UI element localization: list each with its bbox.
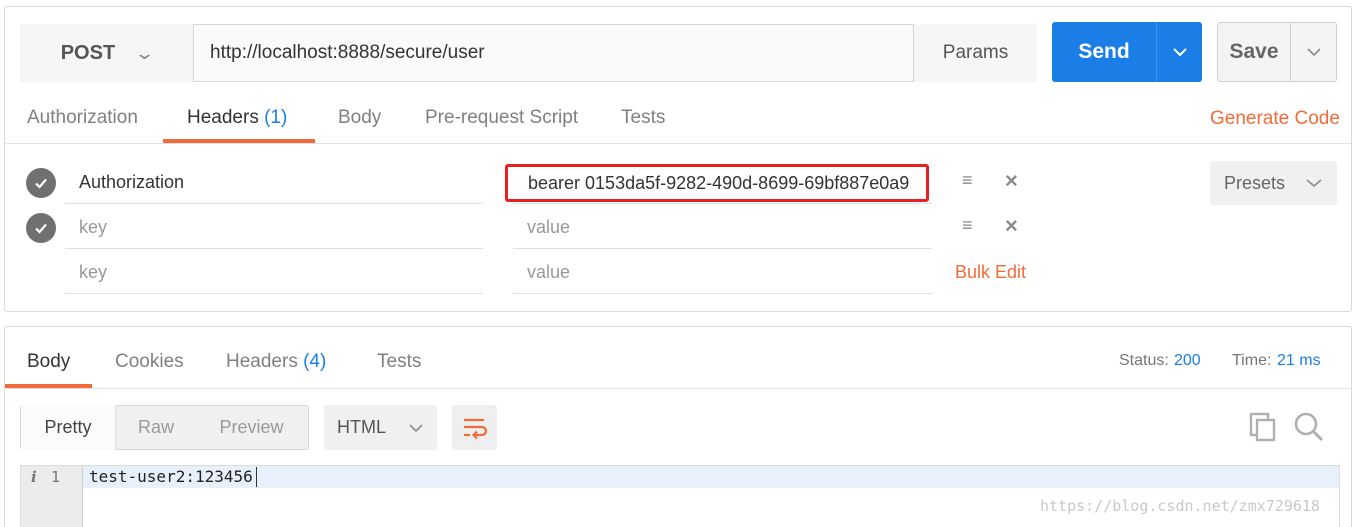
tab-label: Cookies: [115, 351, 184, 372]
header-key-input[interactable]: key: [65, 250, 483, 294]
close-icon[interactable]: ×: [1005, 213, 1018, 239]
divider: [5, 143, 1351, 144]
header-value-input[interactable]: bearer 0153da5f-9282-490d-8699-69bf887e0…: [505, 164, 929, 202]
url-input[interactable]: http://localhost:8888/secure/user: [210, 24, 485, 82]
response-tab-headers[interactable]: Headers (4): [226, 351, 326, 373]
tab-body[interactable]: Body: [338, 104, 381, 140]
tab-label: Body: [338, 107, 382, 128]
format-select[interactable]: HTML: [324, 405, 437, 450]
divider: [5, 388, 1351, 389]
response-body-text: test-user2:123456: [89, 467, 253, 486]
chevron-down-icon: [409, 423, 423, 432]
tab-label: Authorization: [27, 107, 138, 128]
time-label: Time:: [1232, 352, 1272, 369]
tab-label: Tests: [621, 107, 666, 128]
response-tab-cookies[interactable]: Cookies: [115, 351, 184, 373]
wrap-lines-icon: [463, 418, 487, 439]
tab-label: Pre-request Script: [425, 107, 579, 128]
tab-count: (1): [264, 107, 288, 128]
presets-dropdown[interactable]: Presets: [1210, 161, 1337, 205]
header-key-input[interactable]: key: [65, 205, 483, 249]
chevron-down-icon: [1306, 179, 1322, 188]
copy-icon[interactable]: [1249, 412, 1277, 447]
view-raw-button[interactable]: Raw: [125, 405, 187, 450]
wrap-lines-button[interactable]: [452, 405, 497, 450]
status-label: Status:: [1119, 352, 1169, 369]
chevron-down-icon: [1306, 48, 1321, 57]
info-icon: i: [31, 468, 37, 486]
tab-authorization[interactable]: Authorization: [27, 104, 138, 140]
watermark: https://blog.csdn.net/zmx729618: [1040, 497, 1320, 515]
tab-label: Headers: [226, 351, 298, 372]
drag-handle-icon[interactable]: ≡: [962, 170, 973, 191]
tab-count: (4): [303, 351, 327, 372]
response-tab-tests[interactable]: Tests: [377, 351, 421, 373]
time-value: 21 ms: [1277, 352, 1321, 369]
header-value-input[interactable]: value: [513, 205, 932, 249]
drag-handle-icon[interactable]: ≡: [962, 215, 973, 236]
header-enabled-checkbox[interactable]: [26, 213, 56, 243]
header-enabled-checkbox[interactable]: [26, 168, 56, 198]
header-key-input[interactable]: Authorization: [65, 160, 483, 204]
view-preview-button[interactable]: Preview: [205, 405, 298, 450]
params-button[interactable]: Params: [913, 24, 1037, 82]
method-label: POST: [60, 41, 116, 64]
header-value-input[interactable]: value: [513, 250, 932, 294]
save-button[interactable]: Save: [1217, 22, 1291, 82]
close-icon[interactable]: ×: [1005, 168, 1018, 194]
search-icon[interactable]: [1293, 411, 1325, 448]
send-button[interactable]: Send: [1052, 22, 1156, 82]
presets-label: Presets: [1223, 172, 1286, 193]
tab-label: Tests: [377, 351, 422, 372]
text-cursor: [256, 467, 257, 487]
bulk-edit-link[interactable]: Bulk Edit: [955, 262, 1026, 283]
tab-pre-request-script[interactable]: Pre-request Script: [425, 104, 578, 140]
save-dropdown-button[interactable]: [1291, 22, 1337, 82]
active-line-highlight: [83, 466, 1339, 488]
check-icon: [35, 178, 47, 189]
tab-headers[interactable]: Headers (1): [187, 104, 287, 140]
check-icon: [35, 223, 47, 234]
generate-code-link[interactable]: Generate Code: [1210, 108, 1340, 130]
chevron-down-icon: ⌄: [134, 42, 156, 63]
response-tab-body[interactable]: Body: [27, 351, 70, 373]
send-dropdown-button[interactable]: [1156, 22, 1202, 82]
tab-label: Headers: [187, 107, 259, 128]
line-number: 1: [51, 468, 61, 486]
chevron-down-icon: [1172, 48, 1187, 57]
tab-tests[interactable]: Tests: [621, 104, 665, 140]
tab-label: Body: [27, 351, 71, 372]
view-pretty-button[interactable]: Pretty: [21, 405, 116, 450]
status-value: 200: [1174, 352, 1201, 369]
method-select[interactable]: POST ⌄: [20, 24, 194, 82]
format-label: HTML: [337, 417, 386, 437]
